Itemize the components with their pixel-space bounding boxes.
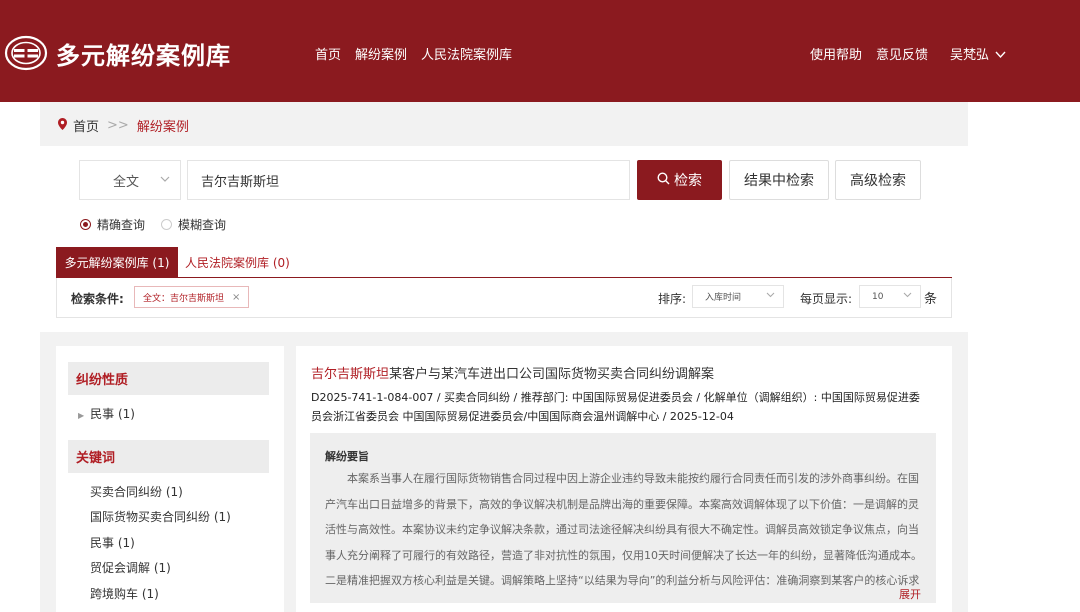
result-title[interactable]: 吉尔吉斯斯坦某客户与某汽车进出口公司国际货物买卖合同纠纷调解案 (311, 363, 714, 382)
user-name: 吴梵弘 (950, 48, 990, 63)
location-pin-icon (58, 118, 67, 133)
result-meta-line: D2025-741-1-084-007 / 买卖合同纠纷 / 推荐部门: 中国国… (311, 391, 920, 404)
summary-body: 本案系当事人在履行国际货物销售合同过程中因上游企业违约导致未能按约履行合同责任而… (325, 472, 922, 587)
facet-keyword-item[interactable]: 跨境购车 (1) (90, 585, 159, 602)
help-link[interactable]: 使用帮助 (810, 44, 862, 63)
query-mode: 精确查询 模糊查询 (80, 216, 236, 233)
expand-link[interactable]: 展开 (899, 586, 921, 602)
utility-links: 使用帮助 意见反馈 (810, 44, 928, 63)
feedback-link[interactable]: 意见反馈 (876, 44, 928, 63)
chevron-down-icon (903, 290, 912, 301)
tab-diversified-cases[interactable]: 多元解纷案例库 (1) (56, 247, 178, 277)
facet-keyword-item[interactable]: 买卖合同纠纷 (1) (90, 483, 183, 500)
close-icon[interactable]: × (232, 292, 240, 303)
main-nav: 首页 解纷案例 人民法院案例库 (315, 44, 512, 63)
condition-tag: 全文：吉尔吉斯斯坦 × (134, 286, 250, 308)
facet-item-label: 民事 (1) (90, 407, 135, 421)
brand-title[interactable]: 多元解纷案例库 (56, 36, 231, 71)
nav-court-cases[interactable]: 人民法院案例库 (421, 44, 512, 63)
search-button[interactable]: 检索 (637, 160, 722, 200)
exact-label[interactable]: 精确查询 (97, 216, 145, 233)
chevron-down-icon (766, 290, 775, 301)
caret-right-icon: ▶ (78, 411, 85, 420)
breadcrumb-home[interactable]: 首页 (73, 116, 99, 135)
condition-tag-text: 全文：吉尔吉斯斯坦 (143, 293, 225, 304)
per-page-value: 10 (872, 291, 884, 302)
facet-nature-item[interactable]: ▶ 民事 (1) (78, 405, 135, 422)
facet-keyword-item[interactable]: 贸促会调解 (1) (90, 559, 171, 576)
tab-court-cases[interactable]: 人民法院案例库 (0) (185, 247, 290, 277)
summary-title: 解纷要旨 (325, 450, 369, 463)
sort-select[interactable]: 入库时间 (692, 285, 784, 308)
user-menu[interactable]: 吴梵弘 (950, 44, 1006, 63)
search-button-label: 检索 (674, 173, 702, 189)
facet-keywords-header: 关键词 (68, 440, 269, 473)
result-title-rest: 某客户与某汽车进出口公司国际货物买卖合同纠纷调解案 (389, 367, 715, 382)
advanced-search-button[interactable]: 高级检索 (835, 160, 921, 200)
sort-value: 入库时间 (705, 293, 742, 303)
breadcrumb-separator: >> (107, 118, 129, 133)
condition-label: 检索条件: (71, 292, 124, 306)
search-input[interactable] (187, 160, 630, 200)
fuzzy-radio[interactable] (161, 219, 173, 230)
fuzzy-label[interactable]: 模糊查询 (178, 216, 226, 233)
result-meta-line: 员会浙江省委员会 中国国际贸易促进委员会/中国国际商会温州调解中心 / 2025… (311, 410, 734, 423)
per-page-select[interactable]: 10 (859, 285, 921, 308)
facet-nature-header: 纠纷性质 (68, 362, 269, 395)
nav-cases[interactable]: 解纷案例 (355, 44, 407, 63)
scope-select[interactable]: 全文 (79, 160, 181, 200)
sort-label: 排序: (658, 292, 687, 306)
facet-keyword-item[interactable]: 民事 (1) (90, 534, 135, 551)
search-within-button[interactable]: 结果中检索 (729, 160, 829, 200)
chevron-down-icon (160, 173, 170, 186)
nav-home[interactable]: 首页 (315, 44, 341, 63)
chevron-down-icon (995, 48, 1006, 62)
result-meta: D2025-741-1-084-007 / 买卖合同纠纷 / 推荐部门: 中国国… (311, 388, 941, 426)
top-header: 多元解纷案例库 首页 解纷案例 人民法院案例库 使用帮助 意见反馈 吴梵弘 (0, 0, 1080, 102)
per-page-unit: 条 (924, 292, 938, 307)
logo-icon (4, 35, 48, 71)
per-page-label: 每页显示: (800, 292, 853, 306)
scope-value: 全文 (113, 174, 140, 190)
search-icon (657, 171, 670, 189)
breadcrumb: 首页 >> 解纷案例 (58, 116, 189, 135)
result-title-highlight: 吉尔吉斯斯坦 (311, 367, 390, 382)
facet-keyword-item[interactable]: 国际货物买卖合同纠纷 (1) (90, 508, 231, 525)
breadcrumb-current[interactable]: 解纷案例 (137, 116, 189, 135)
exact-radio[interactable] (80, 219, 91, 230)
